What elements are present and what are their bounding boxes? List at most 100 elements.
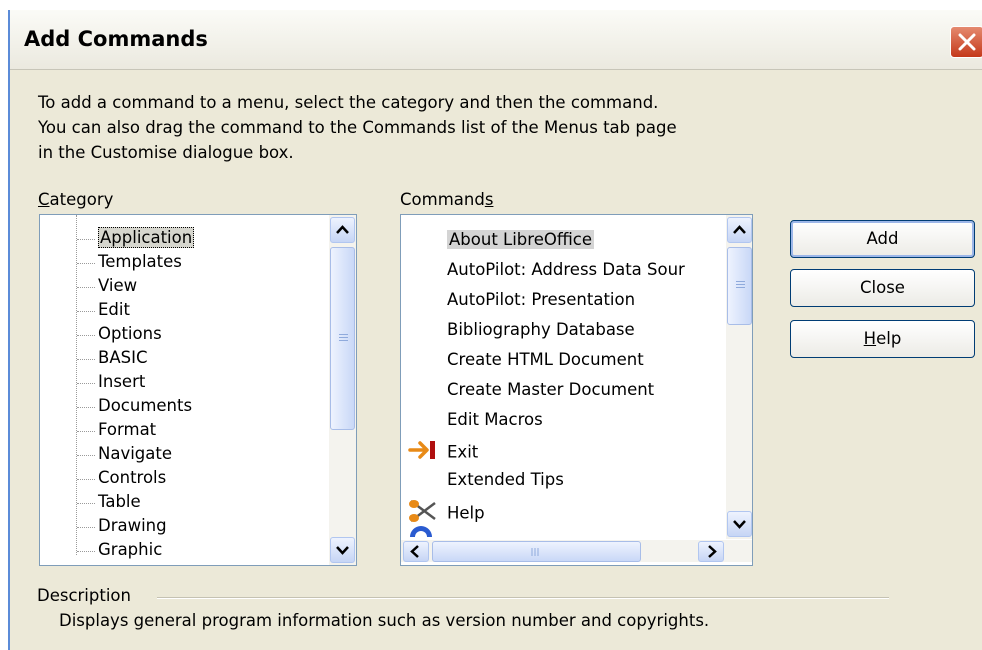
close-icon: [958, 33, 976, 51]
category-item-label: Insert: [98, 372, 146, 391]
command-item-label: Extended Tips: [447, 470, 564, 489]
commands-scroll-right-button[interactable]: [698, 541, 724, 562]
help-agent-icon: [410, 526, 432, 548]
category-item-label: BASIC: [98, 348, 148, 367]
category-item-label: Templates: [98, 252, 182, 271]
category-vertical-scrollbar[interactable]: [329, 215, 356, 565]
chevron-up-icon: [336, 225, 349, 234]
command-item-create-html-document[interactable]: Create HTML Document: [407, 349, 644, 371]
command-item-label: About LibreOffice: [447, 230, 595, 249]
category-item-label: Documents: [98, 396, 193, 415]
category-item-label: Table: [98, 492, 141, 511]
tree-connector: [77, 383, 95, 384]
category-scroll-up-button[interactable]: [330, 217, 355, 243]
dialog-title: Add Commands: [24, 27, 208, 51]
command-item-create-master-document[interactable]: Create Master Document: [407, 379, 654, 401]
category-item-drawing[interactable]: Drawing: [98, 515, 167, 537]
command-item-about-libreoffice[interactable]: About LibreOffice: [407, 229, 595, 251]
add-button[interactable]: Add: [790, 220, 975, 258]
command-item-edit-macros[interactable]: Edit Macros: [407, 409, 543, 431]
tree-connector: [77, 239, 95, 240]
category-list[interactable]: Application Templates View Edit Options BASIC…: [39, 214, 357, 566]
command-item-label: Create Master Document: [447, 380, 655, 399]
chevron-down-icon: [336, 546, 349, 555]
tree-connector: [77, 503, 95, 504]
category-item-insert[interactable]: Insert: [98, 371, 145, 393]
chevron-up-icon: [733, 225, 746, 234]
command-item-autopilot-presentation[interactable]: AutoPilot: Presentation: [407, 289, 635, 311]
category-item-label: Navigate: [98, 444, 173, 463]
category-item-options[interactable]: Options: [98, 323, 162, 345]
help-button[interactable]: Help: [790, 320, 975, 358]
title-bar[interactable]: Add Commands: [10, 10, 982, 70]
category-scroll-thumb[interactable]: [330, 247, 355, 430]
command-item-bibliography-database[interactable]: Bibliography Database: [407, 319, 635, 341]
exit-arrow-icon: [407, 439, 447, 467]
category-label: Category: [38, 190, 114, 209]
category-item-label: Edit: [98, 300, 130, 319]
category-item-controls[interactable]: Controls: [98, 467, 166, 489]
commands-horizontal-scroll-thumb[interactable]: [432, 541, 641, 562]
close-button[interactable]: Close: [790, 269, 975, 307]
tree-connector: [77, 431, 95, 432]
category-item-edit[interactable]: Edit: [98, 299, 130, 321]
tree-connector: [77, 551, 95, 552]
command-item-label: Help: [447, 503, 485, 523]
close-window-button[interactable]: [950, 26, 982, 58]
tree-connector: [77, 263, 95, 264]
grip-icon: [531, 548, 539, 556]
category-item-format[interactable]: Format: [98, 419, 156, 441]
tree-connector: [77, 479, 95, 480]
tree-connector: [77, 311, 95, 312]
category-item-label: Controls: [98, 468, 167, 487]
tree-connector: [77, 455, 95, 456]
category-item-graphic[interactable]: Graphic: [98, 539, 162, 561]
command-item-extended-tips[interactable]: Extended Tips: [407, 469, 564, 491]
category-item-label: Format: [98, 420, 157, 439]
chevron-right-icon: [708, 545, 717, 558]
command-item-label: Exit: [447, 442, 479, 462]
category-item-navigate[interactable]: Navigate: [98, 443, 172, 465]
commands-vertical-scrollbar[interactable]: [726, 215, 752, 539]
category-item-label: Graphic: [98, 540, 163, 559]
help-label-rest: elp: [876, 329, 902, 348]
command-item-label: Bibliography Database: [447, 320, 635, 339]
chevron-left-icon: [410, 545, 419, 558]
commands-scroll-up-button[interactable]: [727, 217, 752, 243]
category-item-templates[interactable]: Templates: [98, 251, 182, 273]
instructions-text: To add a command to a menu, select the c…: [38, 93, 677, 162]
commands-label: Commands: [400, 190, 494, 209]
tree-connector: [77, 407, 95, 408]
help-mnemonic: H: [863, 329, 877, 348]
description-label: Description: [37, 586, 131, 605]
category-item-application[interactable]: Application: [98, 227, 195, 249]
tree-connector: [77, 527, 95, 528]
category-item-label: Drawing: [98, 516, 167, 535]
command-item-label: Create HTML Document: [447, 350, 644, 369]
tree-connector: [77, 287, 95, 288]
category-item-label: Application: [98, 227, 195, 248]
category-item-view[interactable]: View: [98, 275, 137, 297]
chevron-down-icon: [733, 520, 746, 529]
commands-horizontal-scrollbar[interactable]: [401, 540, 752, 562]
category-item-label: View: [98, 276, 138, 295]
tree-connector: [77, 335, 95, 336]
command-item-label: AutoPilot: Address Data Sour: [447, 260, 685, 279]
tree-connector: [77, 359, 95, 360]
commands-list[interactable]: About LibreOffice AutoPilot: Address Data…: [400, 214, 753, 566]
category-scroll-down-button[interactable]: [330, 537, 355, 563]
command-item-label: AutoPilot: Presentation: [447, 290, 636, 309]
category-item-basic[interactable]: BASIC: [98, 347, 147, 369]
category-item-label: Options: [98, 324, 162, 343]
category-item-documents[interactable]: Documents: [98, 395, 192, 417]
commands-scroll-left-button[interactable]: [403, 541, 429, 562]
commands-scroll-down-button[interactable]: [727, 511, 752, 537]
commands-scroll-thumb[interactable]: [727, 247, 752, 325]
description-text: Displays general program information suc…: [59, 611, 710, 630]
command-item-autopilot-address-data-sour[interactable]: AutoPilot: Address Data Sour: [407, 259, 685, 281]
tree-guide-line: [76, 215, 77, 555]
command-item-label: Edit Macros: [447, 410, 543, 429]
description-divider: [157, 597, 889, 599]
command-item-exit[interactable]: Exit: [407, 439, 478, 467]
category-item-table[interactable]: Table: [98, 491, 141, 513]
